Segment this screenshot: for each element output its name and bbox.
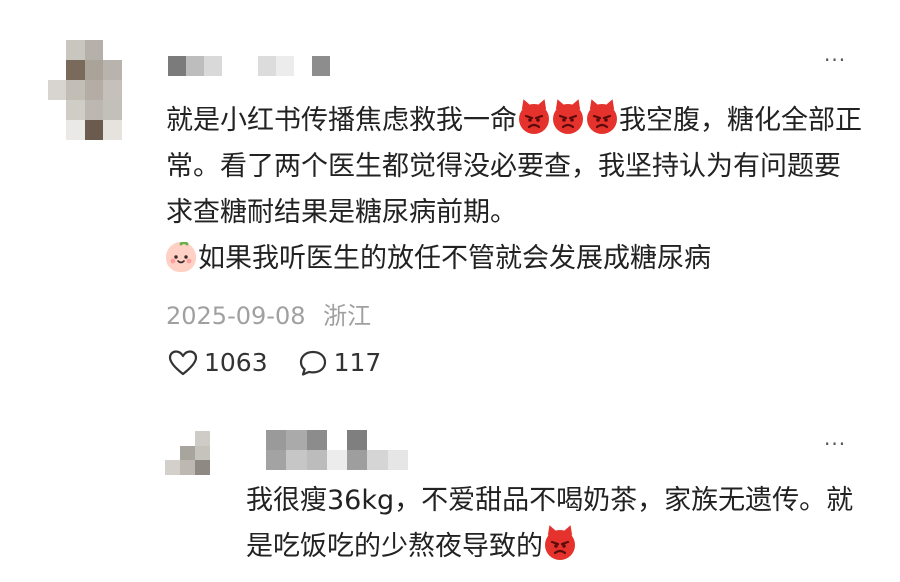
- comment-text: 就是小红书传播焦虑救我一命 我空腹，糖化全部正常。看了两个医生都觉得没必要查，我坚…: [166, 98, 866, 282]
- reply-count: 117: [333, 348, 382, 377]
- angry-devil-emoji: [587, 104, 617, 134]
- comment-location: 浙江: [323, 302, 372, 330]
- comment-text-part1: 就是小红书传播焦虑救我一命: [166, 105, 517, 136]
- like-button[interactable]: 1063: [168, 348, 268, 377]
- peach-face-emoji: [166, 242, 196, 272]
- angry-devil-emoji: [553, 104, 583, 134]
- comment-text-part3: 如果我听医生的放任不管就会发展成糖尿病: [198, 243, 711, 274]
- angry-devil-emoji: [545, 530, 575, 560]
- reply-button[interactable]: 117: [298, 348, 382, 377]
- angry-devil-emoji: [519, 104, 549, 134]
- comment-date: 2025-09-08: [166, 302, 306, 330]
- heart-outline-icon: [168, 349, 198, 375]
- avatar[interactable]: [48, 40, 140, 140]
- speech-bubble-icon: [299, 350, 326, 376]
- username[interactable]: [168, 56, 330, 76]
- comment-actions: 1063 117: [168, 348, 381, 377]
- reply-avatar[interactable]: [165, 431, 225, 475]
- reply-username[interactable]: [266, 430, 408, 470]
- reply-more-options-icon[interactable]: ···: [824, 432, 846, 456]
- more-options-icon[interactable]: ···: [824, 48, 846, 72]
- reply-text: 我很瘦36kg，不爱甜品不喝奶茶，家族无遗传。就是吃饭吃的少熬夜导致的: [246, 478, 876, 570]
- comment-meta: 2025-09-08 浙江: [166, 296, 371, 331]
- like-count: 1063: [204, 348, 268, 377]
